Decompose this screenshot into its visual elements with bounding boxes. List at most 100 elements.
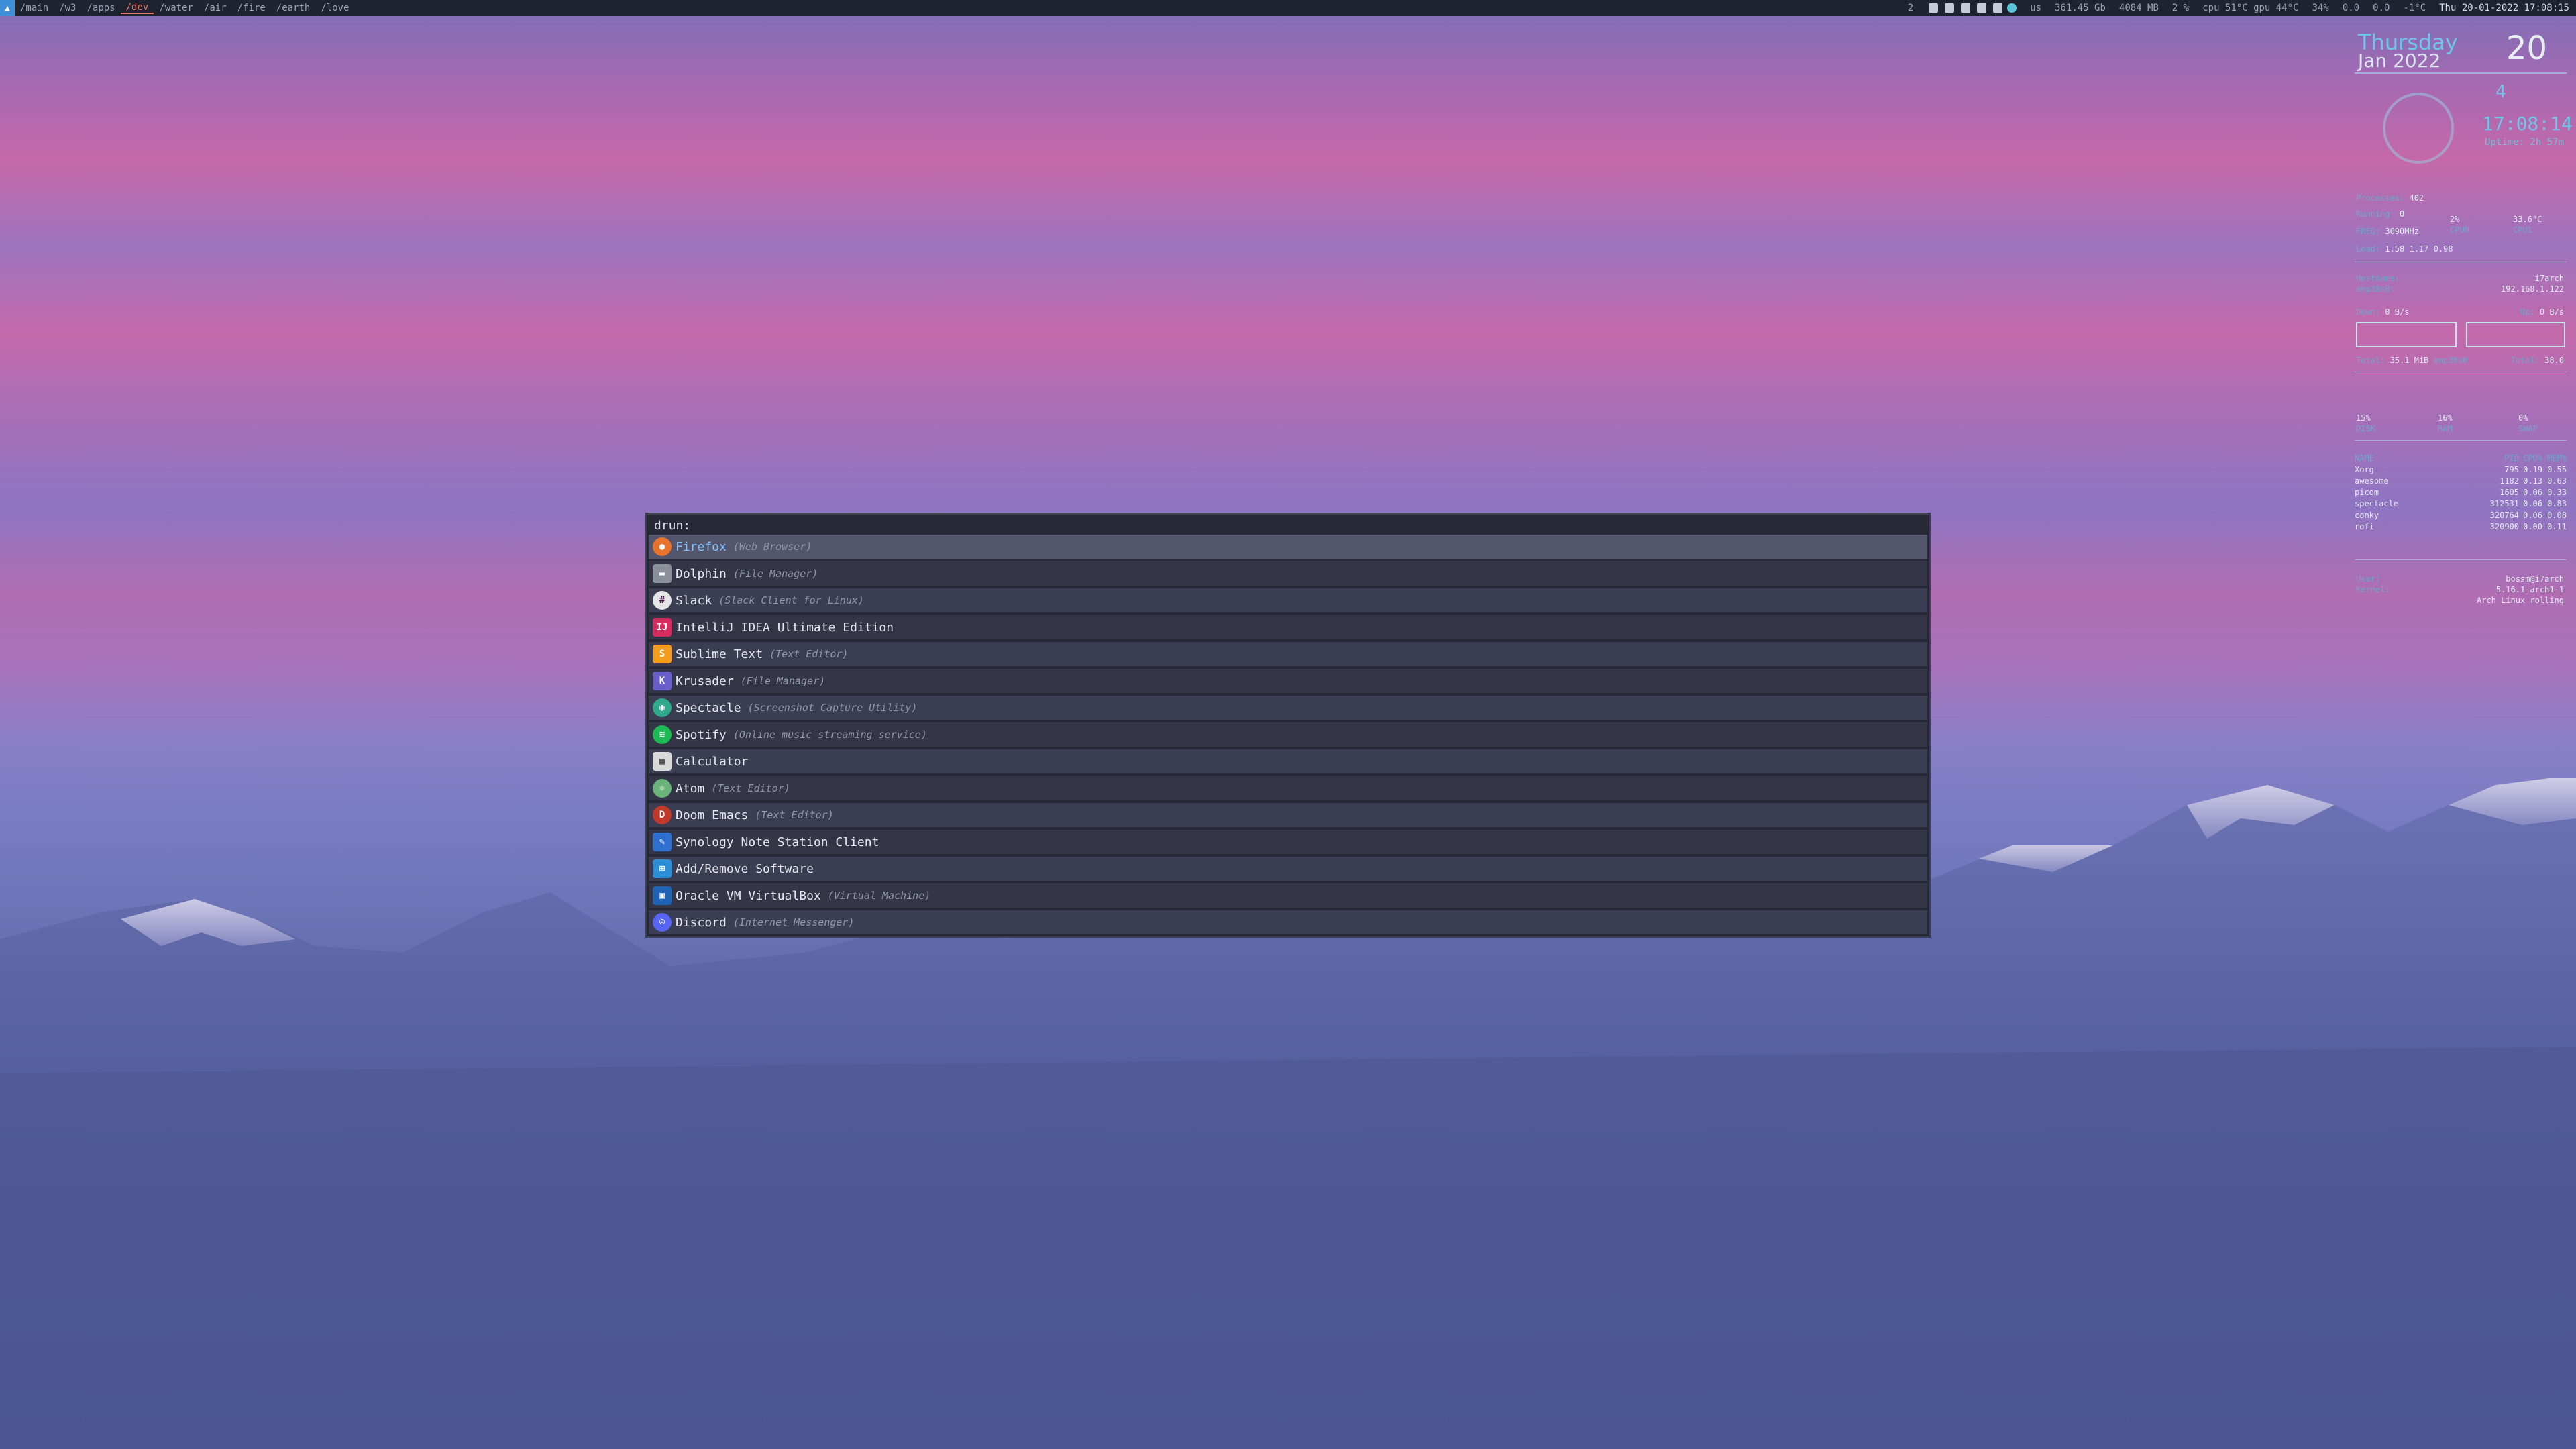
up-graph [2466,322,2565,347]
kernel-label: Kernel: [2356,585,2390,594]
system-tray [1920,3,2023,13]
conky-time: 17:08:14 [2482,113,2573,135]
arch-icon[interactable]: ▲ [0,0,15,16]
swap-pct: 0% [2518,413,2528,423]
atom-icon: ⚛ [653,779,672,798]
user: bossm@i7arch [2506,574,2564,584]
discord-icon: ☺ [653,913,672,932]
down-speed: Down: 0 B/s [2356,307,2410,317]
process-table-header: NAME PID CPU% MEM% [2355,453,2567,463]
freq-stat: FREQ: 3090MHz [2356,227,2419,236]
workspace-air[interactable]: /air [199,3,232,13]
table-row: awesome 1182 0.13 0.63 [2355,476,2567,486]
workspace-dev[interactable]: /dev [120,2,154,14]
list-item[interactable]: D Doom Emacs (Text Editor) [649,803,1927,827]
table-row: conky 320764 0.06 0.08 [2355,511,2567,520]
rofi-launcher: drun: ● Firefox (Web Browser) ▬ Dolphin … [645,513,1931,938]
intellij-icon: IJ [653,618,672,637]
spotify-icon: ≋ [653,725,672,744]
ram-label: RAM [2438,424,2453,433]
up-speed: Up: 0 B/s [2520,307,2564,317]
list-item[interactable]: IJ IntelliJ IDEA Ultimate Edition [649,615,1927,639]
list-item[interactable]: ▦ Calculator [649,749,1927,773]
list-item[interactable]: ⚛ Atom (Text Editor) [649,776,1927,800]
krusader-icon: K [653,672,672,690]
virtualbox-icon: ▣ [653,886,672,905]
memory-usage: 4084 MB [2118,3,2159,13]
disk-label: DISK [2356,424,2375,433]
table-row: picom 1605 0.06 0.33 [2355,488,2567,497]
tray-sync-icon[interactable] [2007,3,2017,13]
calculator-icon: ▦ [653,752,672,771]
software-icon: ⊞ [653,859,672,878]
process-table: NAME PID CPU% MEM% Xorg 795 0.19 0.55 aweso… [2355,453,2567,533]
tray-shield-icon[interactable] [1977,3,1987,13]
workspace-main[interactable]: /main [15,3,54,13]
tray-display-icon[interactable] [1993,3,2003,13]
workspace-list: ▲ /main /w3 /apps /dev /water /air /fire… [0,0,355,16]
workspace-w3[interactable]: /w3 [54,3,81,13]
status-modules: 2 us 361.45 Gb 4084 MB 2 % cpu 51°C gpu … [1901,0,2576,16]
workspace-fire[interactable]: /fire [232,3,271,13]
clock[interactable]: Thu 20-01-2022 17:08:15 [2432,3,2576,13]
disk-usage: 361.45 Gb [2055,3,2106,13]
clock-ring [2383,93,2454,164]
top-panel: ▲ /main /w3 /apps /dev /water /air /fire… [0,0,2576,16]
tray-volume-icon[interactable] [1961,3,1971,13]
distro: Arch Linux rolling [2476,596,2564,605]
divider [2355,72,2567,74]
cpu1-temp: 33.6°C [2513,215,2542,224]
list-item[interactable]: ● Firefox (Web Browser) [649,535,1927,559]
total-down: Total: 35.1 MiB enp38s0 [2356,356,2468,365]
workspace-earth[interactable]: /earth [271,3,316,13]
running-stat: Running: 0 [2356,209,2405,219]
keyboard-layout[interactable]: us [2023,3,2048,13]
network-up: 0.0 [2373,3,2390,13]
list-item[interactable]: ▣ Oracle VM VirtualBox (Virtual Machine) [649,883,1927,908]
updates-indicator[interactable]: 2 [1901,3,1920,13]
divider [2355,559,2567,560]
cpu0-pct: 2% [2450,215,2460,224]
uptime: Uptime: 2h 57m [2485,137,2565,148]
dolphin-icon: ▬ [653,564,672,583]
list-item[interactable]: ✎ Synology Note Station Client [649,830,1927,854]
volume[interactable]: 34% [2306,3,2336,13]
circle-number: 4 [2496,82,2506,102]
down-graph [2356,322,2457,347]
slack-icon: # [653,591,672,610]
workspace-love[interactable]: /love [315,3,354,13]
list-item[interactable]: # Slack (Slack Client for Linux) [649,588,1927,612]
rofi-prompt[interactable]: drun: [647,515,1929,535]
cpu-usage: 2 % [2171,3,2190,13]
sublime-icon: S [653,645,672,663]
processes-stat: Processes: 402 [2356,193,2424,203]
disk-pct: 15% [2356,413,2371,423]
hostname: i7arch [2534,274,2564,283]
cpu1-label: CPU1 [2513,225,2532,235]
hostname-label: Hostname: [2356,274,2400,283]
table-row: Xorg 795 0.19 0.55 [2355,465,2567,474]
table-row: spectacle 312531 0.06 0.83 [2355,499,2567,508]
list-item[interactable]: ≋ Spotify (Online music streaming servic… [649,722,1927,747]
list-item[interactable]: ▬ Dolphin (File Manager) [649,561,1927,586]
temperature: cpu 51°C gpu 44°C [2202,3,2299,13]
list-item[interactable]: ⊞ Add/Remove Software [649,857,1927,881]
month-year: Jan 2022 [2358,50,2441,72]
swap-label: SWAP [2518,424,2538,433]
cpu0-label: CPU0 [2450,225,2469,235]
ip-address: 192.168.1.122 [2501,284,2564,294]
table-row: rofi 320900 0.00 0.11 [2355,522,2567,531]
tray-window-icon[interactable] [1929,3,1939,13]
app-list: ● Firefox (Web Browser) ▬ Dolphin (File … [649,535,1927,937]
list-item[interactable]: K Krusader (File Manager) [649,669,1927,693]
list-item[interactable]: S Sublime Text (Text Editor) [649,642,1927,666]
iface-label: enp38s0: [2356,284,2395,294]
tray-app-icon[interactable] [1945,3,1955,13]
divider [2355,440,2567,441]
list-item[interactable]: ☺ Discord (Internet Messenger) [649,910,1927,934]
workspace-water[interactable]: /water [154,3,199,13]
doom-emacs-icon: D [653,806,672,824]
workspace-apps[interactable]: /apps [81,3,120,13]
list-item[interactable]: ◉ Spectacle (Screenshot Capture Utility) [649,696,1927,720]
user-label: User: [2356,574,2381,584]
